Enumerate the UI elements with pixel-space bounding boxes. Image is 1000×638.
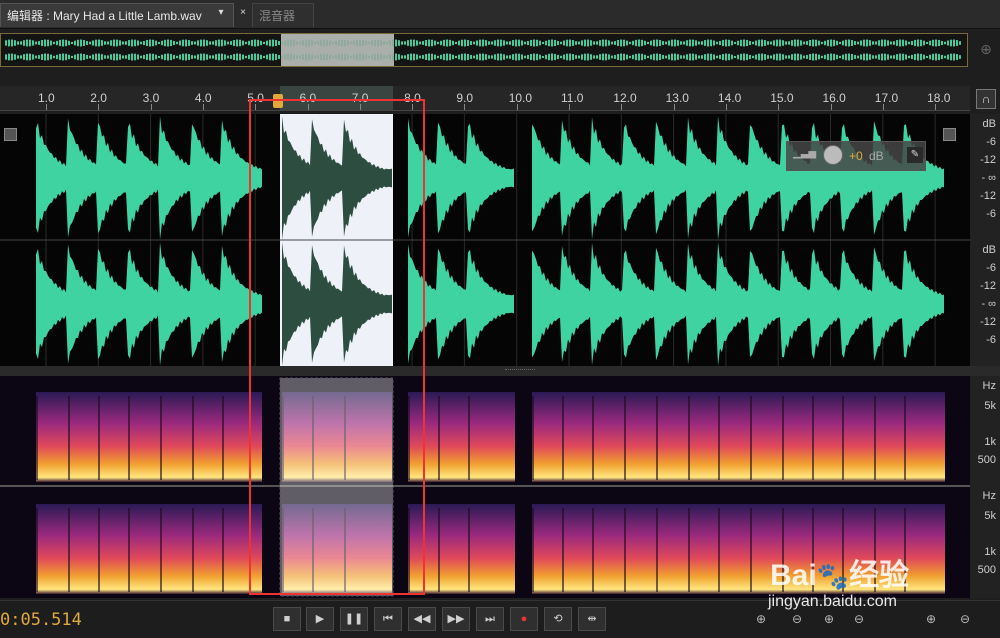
waveform-segment [532, 116, 944, 240]
hz-scale-label: 5k [984, 400, 996, 412]
db-scale-label: -12 [980, 190, 996, 202]
ruler-tick-label: 4.0 [194, 91, 212, 105]
tab-editor[interactable]: 编辑器 : Mary Had a Little Lamb.wav [0, 3, 234, 27]
db-scale-label: dB [982, 118, 996, 130]
hz-scale-label: 500 [977, 454, 996, 466]
tab-bar: 编辑器 : Mary Had a Little Lamb.wav ▾ × 混音器 [0, 0, 1000, 29]
db-scale: dB -6 -12 - ∞ -12 -6 dB -6 -12 - ∞ -12 -6 [970, 114, 1000, 366]
headphones-icon[interactable]: ∩ [976, 89, 996, 109]
ruler-tick-label: 9.0 [456, 91, 474, 105]
tab-editor-label: 编辑器 : Mary Had a Little Lamb.wav [7, 9, 202, 23]
volume-knob[interactable] [823, 145, 843, 165]
ruler-tick [935, 104, 937, 110]
db-scale-label: -12 [980, 316, 996, 328]
skip-start-button[interactable]: ⏮ [374, 607, 402, 631]
time-ruler[interactable]: 1.0 2.0 3.0 4.0 5.0 6.0 7.0 8.0 9.0 10.0 11.0 12.0 1… [0, 86, 970, 111]
db-scale-label: -12 [980, 280, 996, 292]
skip-selection-button[interactable]: ⇹ [578, 607, 606, 631]
db-scale-label: -6 [986, 208, 996, 220]
fade-in-handle-icon[interactable] [4, 128, 17, 141]
ruler-tick-label: 3.0 [142, 91, 160, 105]
zoom-navigator-icon[interactable]: ⊕ [975, 36, 997, 62]
watermark-brand: Bai🐾经验 [770, 559, 910, 592]
ruler-tick-label: 16.0 [822, 91, 846, 105]
watermark-url: jingyan.baidu.com [768, 593, 897, 610]
waveform-segment [36, 116, 262, 240]
ruler-tick-label: 10.0 [508, 91, 533, 105]
ruler-tick-label: 13.0 [665, 91, 689, 105]
ruler-tick-label: 11.0 [561, 91, 584, 105]
ruler-tick-label: 12.0 [613, 91, 637, 105]
hz-scale-label: 5k [984, 510, 996, 522]
ruler-tick-label: 2.0 [90, 91, 107, 105]
level-meter-icon: ▁▃▅ [793, 148, 817, 159]
volume-hud[interactable]: ▁▃▅ +0 dB ✎ [786, 141, 926, 171]
fast-forward-button[interactable]: ▶▶ [442, 607, 470, 631]
pin-icon[interactable]: ✎ [907, 147, 923, 163]
overview-navigator[interactable] [0, 33, 968, 67]
ruler-tick [46, 104, 47, 110]
stop-button[interactable]: ■ [273, 607, 301, 631]
ruler-tick [516, 104, 518, 110]
tab-mixer-label: 混音器 [259, 9, 296, 23]
skip-end-button[interactable]: ⏭ [476, 607, 504, 631]
hud-gain-unit: dB [869, 149, 884, 163]
ruler-tick [569, 104, 570, 110]
ruler-tick-label: 14.0 [717, 91, 742, 105]
db-scale-label: -12 [980, 154, 996, 166]
fade-out-handle-icon[interactable] [943, 128, 956, 141]
ruler-tick [98, 104, 100, 110]
db-scale-label: - ∞ [981, 298, 996, 310]
loop-button[interactable]: ⟲ [544, 607, 572, 631]
ruler-tick [882, 104, 884, 110]
ruler-tick [830, 104, 832, 110]
pause-button[interactable]: ❚❚ [340, 607, 368, 631]
db-scale-label: -6 [986, 262, 996, 274]
highlight-annotation [249, 99, 425, 595]
play-button[interactable]: ▶ [306, 607, 334, 631]
rewind-button[interactable]: ◀◀ [408, 607, 436, 631]
timecode-display: 0:05.514 [0, 610, 82, 630]
ruler-tick-label: 15.0 [770, 91, 794, 105]
ruler-tick [673, 104, 675, 110]
tab-mixer[interactable]: 混音器 [252, 3, 314, 27]
ruler-tick [725, 104, 727, 110]
tab-close-icon[interactable]: × [236, 6, 250, 20]
db-scale-label: -6 [986, 136, 996, 148]
ruler-tick [464, 104, 466, 110]
db-scale-label: -6 [986, 334, 996, 346]
ruler-tick-label: 17.0 [874, 91, 899, 105]
ruler-tick [621, 104, 623, 110]
waveform-segment [36, 242, 262, 366]
ruler-tick-label: 1.0 [38, 91, 55, 105]
hud-gain-value: +0 [849, 149, 863, 163]
hz-scale-label: Hz [982, 380, 996, 392]
db-scale-label: dB [982, 244, 996, 256]
hz-scale-label: Hz [982, 490, 996, 502]
overview-waveform [5, 34, 961, 66]
waveform-segment [532, 242, 944, 366]
record-button[interactable]: ● [510, 607, 538, 631]
hz-scale-label: 1k [984, 436, 996, 448]
ruler-tick [150, 104, 152, 110]
ruler-tick [202, 104, 204, 110]
ruler-tick-label: 18.0 [927, 91, 951, 105]
baidu-watermark: Bai🐾经验 jingyan.baidu.com [760, 525, 1000, 615]
tab-dropdown-icon[interactable]: ▾ [214, 6, 228, 20]
view-divider[interactable] [0, 366, 1000, 376]
db-scale-label: - ∞ [981, 172, 996, 184]
ruler-tick [778, 104, 780, 110]
